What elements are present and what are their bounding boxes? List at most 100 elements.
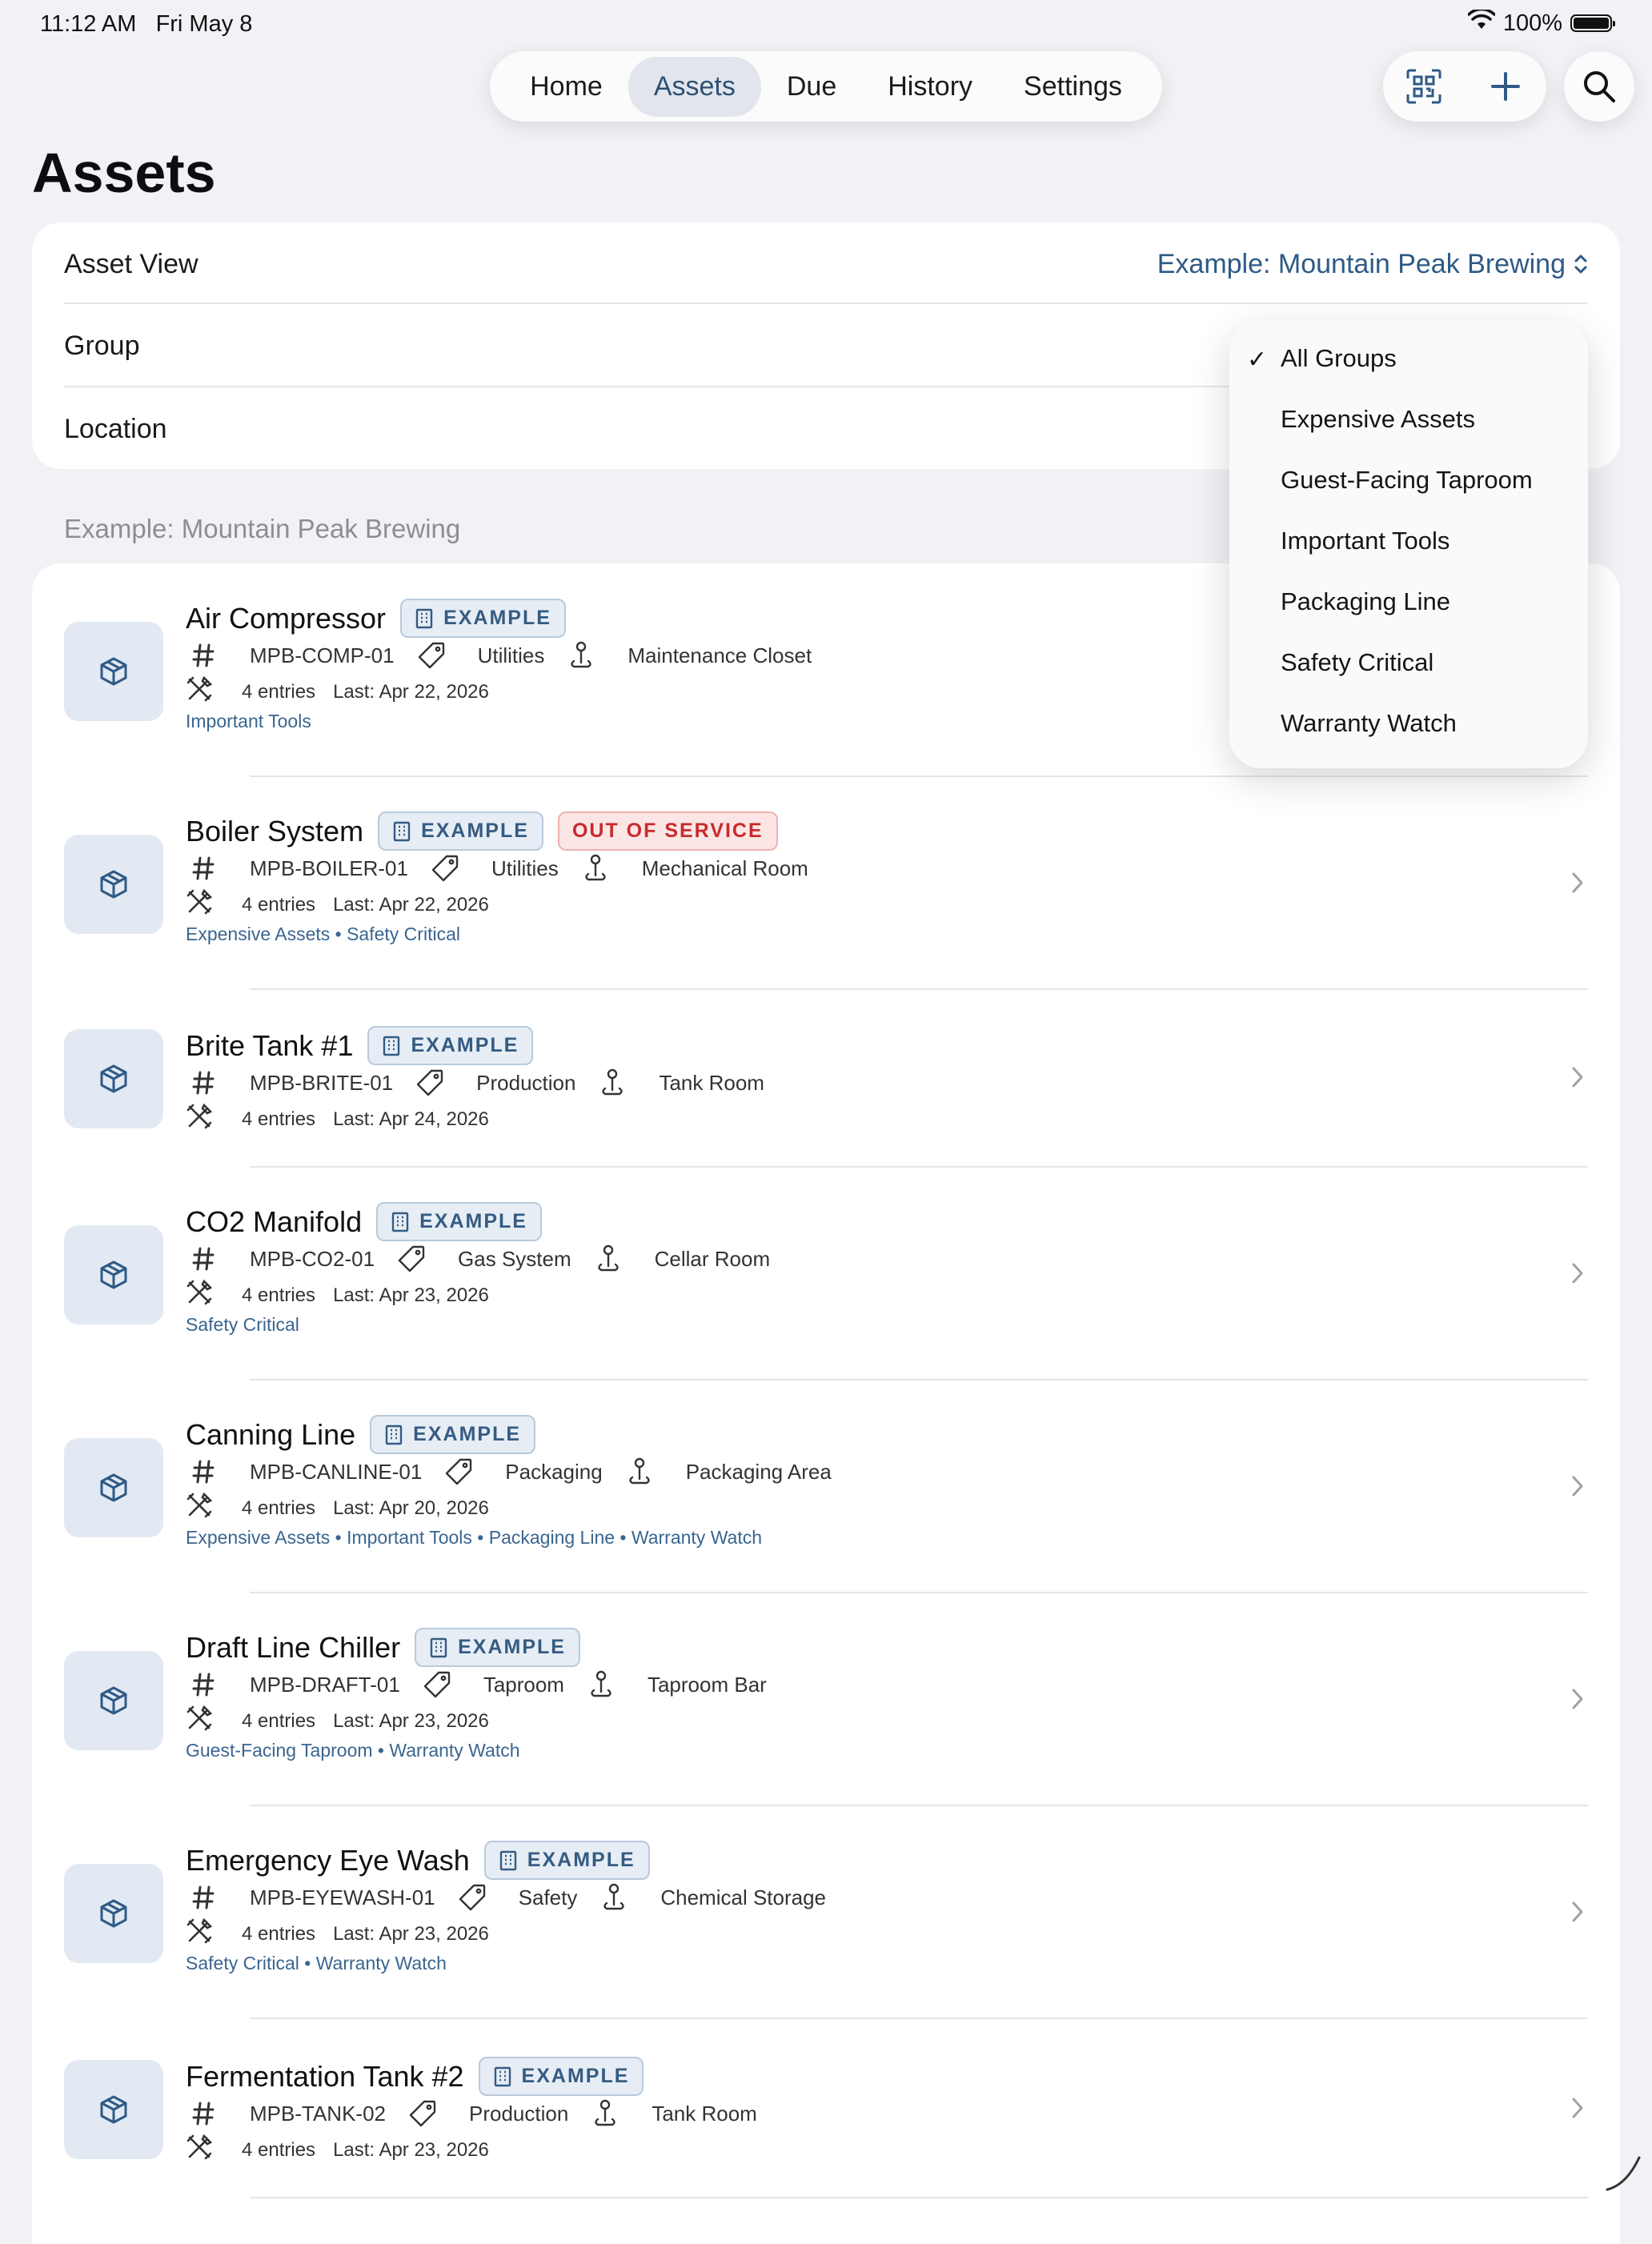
location-pin-icon [591,1244,626,1274]
status-badge: OUT OF SERVICE [557,811,778,851]
asset-title-line: Fermentation Tank #2 EXAMPLE [186,2057,644,2096]
asset-id: MPB-BOILER-01 [250,856,408,880]
tag-icon [441,1457,476,1486]
asset-name: Emergency Eye Wash [186,1843,470,1877]
asset-entries-line: 4 entries Last: Apr 23, 2026 [186,2134,489,2166]
asset-row[interactable]: CO2 Manifold EXAMPLE MPB-CO2-01 Gas Syst… [32,1167,1620,1380]
asset-row[interactable]: Boiler System EXAMPLE OUT OF SERVICE MPB… [32,776,1620,989]
example-badge-label: EXAMPLE [443,607,551,629]
asset-thumbnail [64,1029,163,1128]
cube-icon [100,1899,127,1928]
example-badge-label: EXAMPLE [413,1423,522,1445]
asset-category: Safety [518,1885,578,1909]
asset-location: Cellar Room [654,1246,771,1271]
tools-icon [186,1917,213,1950]
asset-category: Production [469,2101,569,2126]
tools-icon [186,1103,213,1136]
asset-entries-line: 4 entries Last: Apr 23, 2026 [186,1279,489,1312]
asset-title-line: Draft Line Chiller EXAMPLE [186,1628,580,1667]
status-indicators: 100% [1467,7,1615,37]
example-badge-label: EXAMPLE [421,819,529,842]
asset-meta-line: MPB-DRAFT-01 Taproom Taproom Bar [186,1669,786,1700]
qr-scan-button[interactable] [1400,62,1448,110]
tag-icon [412,1068,447,1097]
chevron-right-icon[interactable] [1570,1900,1585,1928]
asset-entries: 4 entries [242,1108,316,1130]
building-icon [391,1212,409,1232]
asset-view-picker[interactable]: Example: Mountain Peak Brewing [1157,249,1588,280]
asset-name: CO2 Manifold [186,1204,363,1238]
asset-entries: 4 entries [242,1284,316,1306]
chevron-right-icon[interactable] [1570,1065,1585,1093]
cube-icon [100,1473,127,1502]
location-label: Location [64,413,167,444]
tag-icon [419,1670,455,1699]
group-option[interactable]: Guest-Facing Taproom [1281,466,1533,495]
resize-handle-icon[interactable] [1602,2153,1642,2193]
asset-last-date: Last: Apr 22, 2026 [333,680,489,703]
battery-icon [1570,14,1615,32]
chevron-right-icon[interactable] [1570,1474,1585,1502]
hash-icon [186,1071,221,1095]
row-separator [250,2197,1588,2198]
chevron-right-icon[interactable] [1570,2096,1585,2124]
asset-row[interactable]: Canning Line EXAMPLE MPB-CANLINE-01 Pack… [32,1380,1620,1593]
tools-icon [186,675,213,708]
asset-entries-line: 4 entries Last: Apr 22, 2026 [186,888,489,921]
asset-row[interactable]: Emergency Eye Wash EXAMPLE MPB-EYEWASH-0… [32,1805,1620,2018]
asset-last-date: Last: Apr 23, 2026 [333,1922,489,1945]
group-option[interactable]: Packaging Line [1281,587,1450,616]
asset-location: Tank Room [652,2101,757,2126]
tab-assets[interactable]: Assets [628,56,761,117]
tab-due[interactable]: Due [761,57,862,117]
asset-view-row[interactable]: Asset View Example: Mountain Peak Brewin… [64,222,1588,306]
asset-entries: 4 entries [242,1922,316,1945]
group-option[interactable]: Safety Critical [1281,648,1433,677]
search-icon [1584,71,1615,102]
asset-meta-line: MPB-BOILER-01 Utilities Mechanical Room [186,853,828,884]
location-pin-icon [563,640,599,671]
asset-id: MPB-BRITE-01 [250,1070,394,1095]
example-badge-label: EXAMPLE [527,1849,636,1871]
group-option[interactable]: Expensive Assets [1281,405,1475,434]
tab-history[interactable]: History [862,57,998,117]
section-header: Example: Mountain Peak Brewing [64,514,461,543]
asset-row[interactable]: Draft Line Chiller EXAMPLE MPB-DRAFT-01 … [32,1593,1620,1805]
asset-id: MPB-CANLINE-01 [250,1459,423,1484]
cube-icon [100,1260,127,1289]
add-asset-button[interactable] [1482,62,1530,110]
group-option[interactable]: Warranty Watch [1281,709,1457,738]
tab-home[interactable]: Home [504,57,628,117]
asset-last-date: Last: Apr 23, 2026 [333,1284,489,1306]
group-label: Group [64,330,140,361]
chevron-right-icon[interactable] [1570,1687,1585,1715]
asset-location: Taproom Bar [647,1672,767,1697]
group-option[interactable]: All Groups [1281,344,1397,373]
asset-category: Packaging [505,1459,603,1484]
search-button[interactable] [1564,51,1634,122]
status-clock: 11:12 AM [40,11,137,37]
group-option[interactable]: Important Tools [1281,527,1450,555]
chevron-right-icon[interactable] [1570,1261,1585,1289]
example-badge-label: EXAMPLE [411,1034,519,1056]
asset-thumbnail [64,835,163,934]
asset-title-line: Boiler System EXAMPLE OUT OF SERVICE [186,811,778,851]
asset-row[interactable]: Fermentation Tank #2 EXAMPLE MPB-TANK-02… [32,2018,1620,2198]
example-badge: EXAMPLE [378,811,543,851]
example-badge: EXAMPLE [376,1202,542,1241]
asset-category: Taproom [483,1672,564,1697]
tab-settings[interactable]: Settings [998,57,1148,117]
qr-scan-icon [1406,69,1441,104]
building-icon [499,1850,516,1870]
building-icon [494,2066,511,2086]
asset-name: Brite Tank #1 [186,1028,354,1062]
asset-meta-line: MPB-CO2-01 Gas System Cellar Room [186,1244,789,1274]
location-pin-icon [587,2098,623,2129]
asset-id: MPB-DRAFT-01 [250,1672,400,1697]
building-icon [430,1637,447,1657]
cube-icon [100,1064,127,1093]
asset-thumbnail [64,622,163,721]
chevron-right-icon[interactable] [1570,871,1585,899]
hash-icon [186,1460,221,1484]
asset-row[interactable]: Brite Tank #1 EXAMPLE MPB-BRITE-01 Produ… [32,988,1620,1167]
